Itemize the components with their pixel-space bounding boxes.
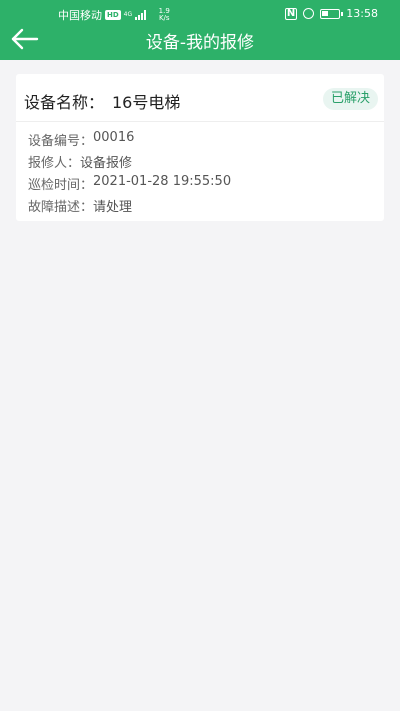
inspection-time-row: 巡检时间： 2021-01-28 19:55:50 <box>28 174 231 196</box>
reporter-row: 报修人： 设备报修 <box>28 152 231 174</box>
device-code-label: 设备编号： <box>28 134 94 149</box>
battery-icon <box>320 8 344 19</box>
alarm-icon <box>303 8 315 19</box>
status-left: 中国移动 HD 4G 1.9 K/s <box>58 7 170 23</box>
status-badge: 已解决 <box>322 88 378 110</box>
app-bar: 中国移动 HD 4G 1.9 K/s N 13:58 设备-我的报修 <box>0 0 400 60</box>
page-title: 设备-我的报修 <box>145 33 255 53</box>
status-bar: 中国移动 HD 4G 1.9 K/s N 13:58 <box>0 0 400 28</box>
network-type: 4G <box>123 11 133 18</box>
speed-unit: K/s <box>158 14 170 22</box>
repair-record-card[interactable]: 设备名称： 16号电梯 已解决 设备编号： 00016 报修人： 设备报修 巡检… <box>16 74 384 221</box>
signal-icon <box>134 10 146 20</box>
fault-description-value: 请处理 <box>93 200 133 215</box>
device-code-value: 00016 <box>93 130 135 145</box>
inspection-time-label: 巡检时间： <box>28 178 94 193</box>
carrier-label: 中国移动 <box>58 9 102 22</box>
fault-description-label: 故障描述： <box>28 200 94 215</box>
device-name-label: 设备名称： <box>24 93 105 112</box>
nfc-icon: N <box>284 7 298 20</box>
inspection-time-value: 2021-01-28 19:55:50 <box>93 174 232 189</box>
hd-badge: HD <box>105 10 121 20</box>
fault-description-row: 故障描述： 请处理 <box>28 196 231 218</box>
device-name-value: 16号电梯 <box>112 93 181 112</box>
reporter-label: 报修人： <box>28 156 81 171</box>
status-right: N 13:58 <box>284 7 378 20</box>
reporter-value: 设备报修 <box>80 156 133 171</box>
card-details: 设备编号： 00016 报修人： 设备报修 巡检时间： 2021-01-28 1… <box>28 130 231 218</box>
card-header: 设备名称： 16号电梯 已解决 <box>16 74 384 122</box>
device-code-row: 设备编号： 00016 <box>28 130 231 152</box>
clock-time: 13:58 <box>346 7 378 20</box>
network-speed: 1.9 K/s <box>159 8 170 22</box>
